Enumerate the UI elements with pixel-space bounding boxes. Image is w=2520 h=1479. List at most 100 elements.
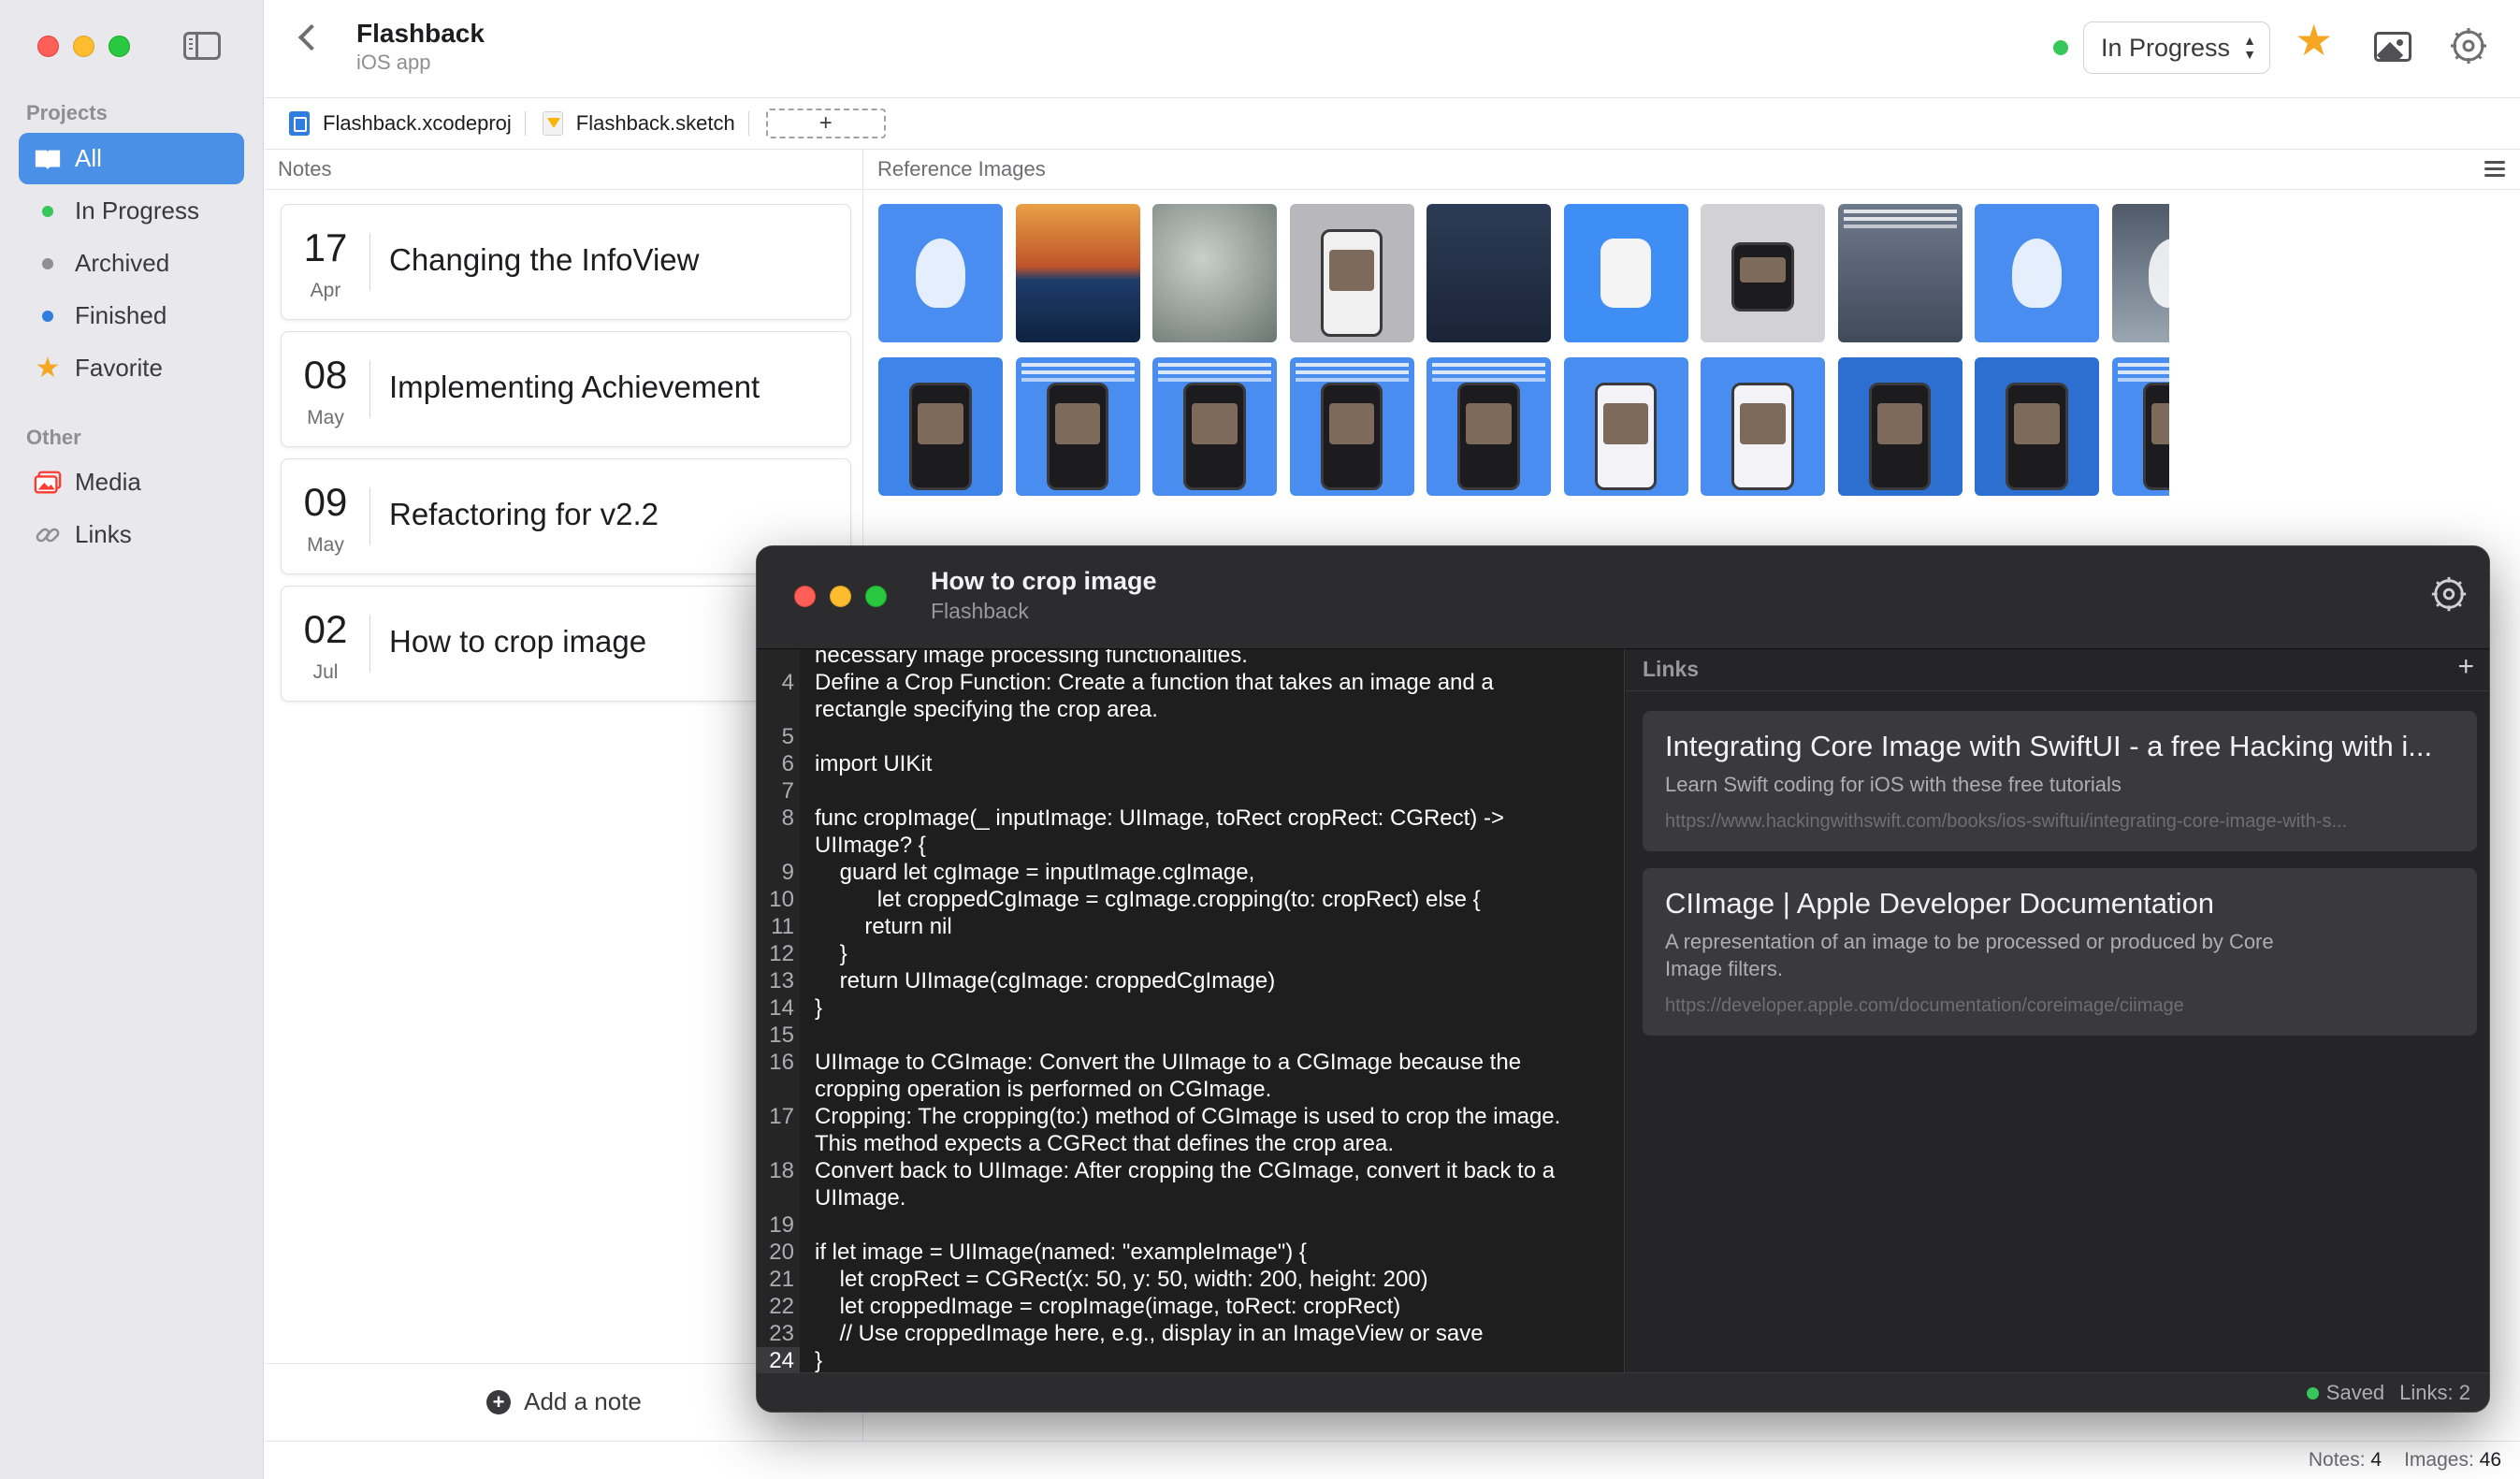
link-card[interactable]: CIImage | Apple Developer Documentation … <box>1643 868 2477 1036</box>
chevron-up-down-icon: ▲ ▼ <box>2243 33 2256 62</box>
reference-image-thumbnail[interactable] <box>2111 357 2169 496</box>
line-text: Convert back to UIImage: After cropping … <box>815 1158 1556 1211</box>
blue-dot-icon <box>34 302 62 330</box>
xcode-file-icon <box>289 111 310 136</box>
line-text: return UIImage(cgImage: croppedCgImage) <box>815 968 1276 993</box>
back-chevron-icon[interactable] <box>297 23 326 51</box>
reference-image-thumbnail[interactable] <box>1837 357 1962 496</box>
sidebar-item-links[interactable]: Links <box>19 509 244 560</box>
line-number: 11 <box>771 914 794 939</box>
line-number: 21 <box>769 1267 794 1292</box>
note-text-editor[interactable]: necessary image processing functionaliti… <box>757 649 1625 1374</box>
note-day: 08 <box>303 353 348 397</box>
note-card[interactable]: 17 Apr Changing the InfoView <box>281 204 851 320</box>
reference-image-thumbnail[interactable] <box>878 357 1003 496</box>
note-month: May <box>307 407 344 428</box>
file-xcodeproj[interactable]: Flashback.xcodeproj <box>289 111 526 136</box>
reference-images-header: Reference Images <box>877 157 1046 181</box>
status-select[interactable]: In Progress ▲ ▼ <box>2083 22 2270 74</box>
sidebar-item-label: Media <box>75 468 141 496</box>
note-card[interactable]: 08 May Implementing Achievement <box>281 331 851 447</box>
sketch-file-icon <box>542 111 563 136</box>
reference-image-thumbnail[interactable] <box>1701 204 1825 342</box>
reference-image-thumbnail[interactable] <box>1837 204 1962 342</box>
favorite-star-icon[interactable]: ★ <box>2295 19 2333 62</box>
reference-image-thumbnail[interactable] <box>1015 204 1140 342</box>
reference-image-thumbnail[interactable] <box>878 204 1003 342</box>
reference-image-thumbnail[interactable] <box>1289 357 1414 496</box>
link-description: A representation of an image to be proce… <box>1665 930 2274 980</box>
minimize-window-button[interactable] <box>73 36 94 57</box>
links-header: Links <box>1643 657 1700 681</box>
line-text: import UIKit <box>815 751 933 776</box>
image-icon[interactable] <box>2374 32 2411 62</box>
reference-image-thumbnail[interactable] <box>1427 204 1551 342</box>
line-text: } <box>815 1348 823 1373</box>
projects-section-header: Projects <box>26 101 108 124</box>
line-number: 4 <box>781 670 794 695</box>
sidebar-item-finished[interactable]: Finished <box>19 290 244 341</box>
status-select-value: In Progress <box>2101 33 2231 62</box>
images-count-value: 46 <box>2479 1449 2501 1471</box>
zoom-window-button[interactable] <box>865 586 887 607</box>
line-number: 18 <box>769 1158 794 1183</box>
reference-image-thumbnail[interactable] <box>1975 204 2099 342</box>
sidebar-toggle-icon[interactable] <box>183 32 221 60</box>
status-indicator-dot <box>2053 40 2068 55</box>
close-window-button[interactable] <box>794 586 816 607</box>
link-card[interactable]: Integrating Core Image with SwiftUI - a … <box>1643 711 2477 851</box>
sidebar-item-in-progress[interactable]: In Progress <box>19 185 244 237</box>
notes-count-value: 4 <box>2370 1449 2382 1471</box>
sidebar-item-label: Archived <box>75 249 170 277</box>
sidebar-item-media[interactable]: Media <box>19 457 244 508</box>
close-window-button[interactable] <box>37 36 59 57</box>
gray-dot-icon <box>34 250 62 278</box>
reference-image-thumbnail[interactable] <box>1701 357 1825 496</box>
sidebar-item-archived[interactable]: Archived <box>19 238 244 289</box>
add-note-label: Add a note <box>524 1387 642 1415</box>
line-text: Cropping: The cropping(to:) method of CG… <box>815 1104 1561 1156</box>
reference-image-thumbnail[interactable] <box>1563 357 1688 496</box>
links-pane: Links + Integrating Core Image with Swif… <box>1626 649 2489 1374</box>
gear-icon[interactable] <box>2429 574 2469 618</box>
reference-image-thumbnail[interactable] <box>2111 204 2169 342</box>
sidebar-item-all[interactable]: All <box>19 133 244 184</box>
line-number: 12 <box>769 941 794 966</box>
add-link-button[interactable]: + <box>2457 651 2474 683</box>
add-file-button[interactable]: + <box>765 109 886 138</box>
note-window-titlebar: How to crop image Flashback <box>757 546 2489 649</box>
project-title: Flashback <box>356 19 485 48</box>
line-number: 13 <box>769 968 794 993</box>
line-text: necessary image processing functionaliti… <box>815 649 1248 668</box>
reference-image-thumbnail[interactable] <box>1015 357 1140 496</box>
line-number: 6 <box>781 751 794 776</box>
note-title: Implementing Achievement <box>389 370 760 404</box>
reference-image-thumbnail[interactable] <box>1427 357 1551 496</box>
reference-image-thumbnail[interactable] <box>1289 204 1414 342</box>
line-number: 7 <box>781 778 794 804</box>
link-url: https://developer.apple.com/documentatio… <box>1665 995 2184 1016</box>
divider <box>864 189 2520 190</box>
saved-status: Saved <box>2306 1380 2385 1405</box>
line-text: func cropImage(_ inputImage: UIImage, to… <box>815 805 1504 858</box>
minimize-window-button[interactable] <box>830 586 851 607</box>
line-number: 10 <box>769 887 794 912</box>
sidebar-item-favorite[interactable]: ★ Favorite <box>19 342 244 394</box>
file-sketch[interactable]: Flashback.sketch <box>542 111 749 136</box>
sidebar-item-label: In Progress <box>75 196 199 225</box>
gear-icon[interactable] <box>2448 25 2489 71</box>
reference-image-thumbnail[interactable] <box>1152 357 1277 496</box>
reference-image-thumbnail[interactable] <box>1563 204 1688 342</box>
window-controls <box>794 586 887 607</box>
line-number: 8 <box>781 805 794 831</box>
saved-label: Saved <box>2325 1380 2385 1404</box>
sidebar-item-label: Links <box>75 520 132 548</box>
book-icon <box>34 145 62 173</box>
reference-image-thumbnail[interactable] <box>1975 357 2099 496</box>
file-name: Flashback.sketch <box>575 111 735 135</box>
link-url: https://www.hackingwithswift.com/books/i… <box>1665 811 2348 832</box>
zoom-window-button[interactable] <box>109 36 130 57</box>
reference-image-thumbnail[interactable] <box>1152 204 1277 342</box>
line-number: 23 <box>769 1321 794 1346</box>
filter-options-icon[interactable] <box>2484 161 2505 177</box>
